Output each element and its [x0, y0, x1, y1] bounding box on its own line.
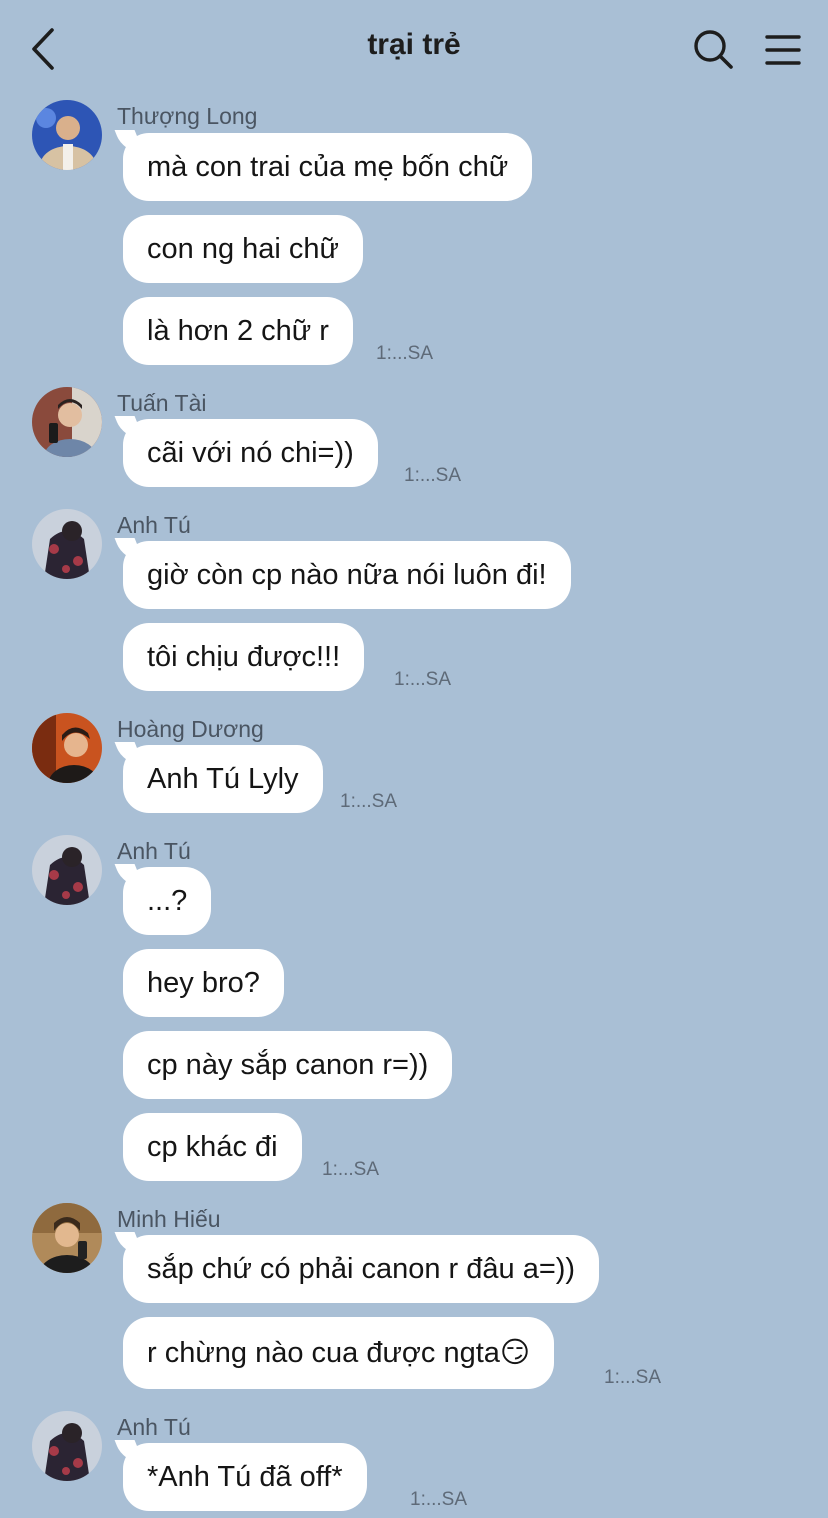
message-bubble[interactable]: r chừng nào cua được ngta😏: [123, 1317, 555, 1389]
avatar[interactable]: [32, 387, 102, 457]
message-time: 1:...SA: [322, 1159, 380, 1180]
message-bubble[interactable]: giờ còn cp nào nữa nói luôn đi!: [123, 541, 571, 609]
avatar[interactable]: [32, 713, 102, 783]
avatar-photo-icon: [32, 100, 102, 170]
sender-name: Anh Tú: [117, 1414, 191, 1440]
sender-name: Anh Tú: [117, 512, 191, 538]
avatar-photo-icon: [32, 1411, 102, 1481]
avatar[interactable]: [32, 835, 102, 905]
message-bubble[interactable]: sắp chứ có phải canon r đâu a=)): [123, 1235, 600, 1303]
message-bubble[interactable]: cãi với nó chi=)): [123, 419, 378, 487]
message-bubble[interactable]: hey bro?: [123, 949, 284, 1017]
sender-name: Hoàng Dương: [117, 716, 264, 742]
sender-name: Anh Tú: [117, 838, 191, 864]
search-icon[interactable]: [692, 28, 734, 70]
avatar[interactable]: [32, 100, 102, 170]
message-bubble[interactable]: là hơn 2 chữ r: [123, 297, 353, 365]
message-bubble[interactable]: cp khác đi: [123, 1113, 302, 1181]
avatar-photo-icon: [32, 713, 102, 783]
message-bubble[interactable]: con ng hai chữ: [123, 215, 363, 283]
message-bubble[interactable]: tôi chịu được!!!: [123, 623, 365, 691]
avatar-photo-icon: [32, 387, 102, 457]
message-bubble[interactable]: ...?: [123, 867, 212, 935]
avatar[interactable]: [32, 509, 102, 579]
menu-icon[interactable]: [764, 32, 802, 68]
avatar-photo-icon: [32, 835, 102, 905]
avatar[interactable]: [32, 1411, 102, 1481]
avatar-photo-icon: [32, 509, 102, 579]
message-time: 1:...SA: [376, 343, 434, 364]
message-time: 1:...SA: [410, 1489, 468, 1510]
message-bubble[interactable]: cp này sắp canon r=)): [123, 1031, 453, 1099]
sender-name: Tuấn Tài: [117, 390, 207, 416]
message-bubble[interactable]: Anh Tú Lyly: [123, 745, 323, 813]
avatar[interactable]: [32, 1203, 102, 1273]
message-bubble[interactable]: *Anh Tú đã off*: [123, 1443, 367, 1511]
message-time: 1:...SA: [394, 669, 452, 690]
message-bubble[interactable]: mà con trai của mẹ bốn chữ: [123, 133, 533, 201]
message-time: 1:...SA: [340, 791, 398, 812]
avatar-photo-icon: [32, 1203, 102, 1273]
message-time: 1:...SA: [604, 1367, 662, 1388]
sender-name: Minh Hiếu: [117, 1206, 221, 1232]
message-time: 1:...SA: [404, 465, 462, 486]
chat-header: trại trẻ: [0, 0, 828, 96]
sender-name: Thượng Long: [117, 103, 258, 129]
